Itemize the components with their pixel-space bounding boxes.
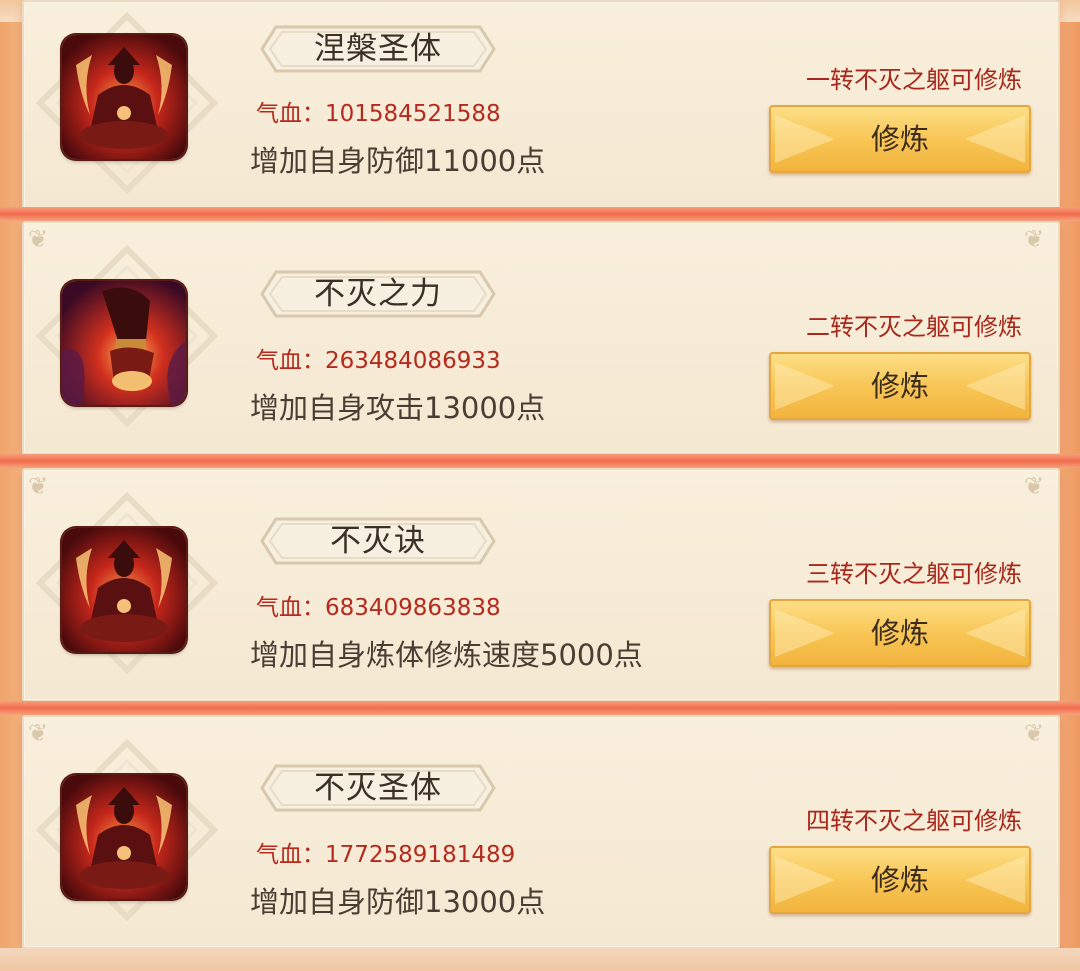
skill-card-immortal-holy-body: ❦ ❦ 不灭圣体 气血：1772589181489 增加自身防御13000点 四… (22, 715, 1060, 949)
meditating-figure-icon (62, 35, 186, 159)
cultivate-button[interactable]: 修炼 (769, 105, 1031, 173)
skill-card-nirvana-body: 涅槃圣体 气血：101584521588 增加自身防御11000点 一转不灭之躯… (22, 0, 1060, 210)
skill-title: 涅槃圣体 (314, 31, 442, 67)
skill-description: 增加自身炼体修炼速度5000点 (250, 638, 643, 672)
skill-title: 不灭诀 (330, 523, 426, 559)
meditating-figure-icon (62, 528, 186, 652)
meditating-figure-icon (62, 775, 186, 899)
bottom-edge (0, 948, 1080, 971)
unlock-requirement: 四转不灭之躯可修炼 (806, 807, 1022, 835)
flaming-fist-icon (62, 281, 186, 405)
skill-title: 不灭圣体 (314, 770, 442, 806)
card-divider (0, 701, 1080, 715)
cultivate-button[interactable]: 修炼 (769, 846, 1031, 914)
card-divider (0, 454, 1080, 468)
unlock-requirement: 一转不灭之躯可修炼 (806, 66, 1022, 94)
corner-ornament-icon: ❦ (1024, 225, 1045, 253)
skill-description: 增加自身防御11000点 (250, 144, 546, 178)
cultivate-button[interactable]: 修炼 (769, 599, 1031, 667)
hp-requirement: 气血：1772589181489 (256, 842, 516, 868)
unlock-requirement: 二转不灭之躯可修炼 (806, 313, 1022, 341)
skill-title-plaque: 不灭之力 (258, 268, 498, 320)
cultivate-button[interactable]: 修炼 (769, 352, 1031, 420)
skill-description: 增加自身攻击13000点 (250, 391, 546, 425)
corner-ornament-icon: ❦ (1024, 472, 1045, 500)
skill-title: 不灭之力 (314, 276, 442, 312)
hp-requirement: 气血：101584521588 (256, 101, 501, 127)
unlock-requirement: 三转不灭之躯可修炼 (806, 560, 1022, 588)
skill-card-immortal-power: ❦ ❦ 不灭之力 气血：263484086933 增加自身攻击13000点 二转… (22, 221, 1060, 455)
corner-ornament-icon: ❦ (1024, 719, 1045, 747)
card-divider (0, 207, 1080, 221)
skill-title-plaque: 不灭诀 (258, 515, 498, 567)
skill-card-immortal-art: ❦ ❦ 不灭诀 气血：683409863838 增加自身炼体修炼速度5000点 … (22, 468, 1060, 702)
hp-requirement: 气血：263484086933 (256, 348, 501, 374)
hp-requirement: 气血：683409863838 (256, 595, 501, 621)
skill-title-plaque: 涅槃圣体 (258, 23, 498, 75)
skill-title-plaque: 不灭圣体 (258, 762, 498, 814)
skill-description: 增加自身防御13000点 (250, 885, 546, 919)
